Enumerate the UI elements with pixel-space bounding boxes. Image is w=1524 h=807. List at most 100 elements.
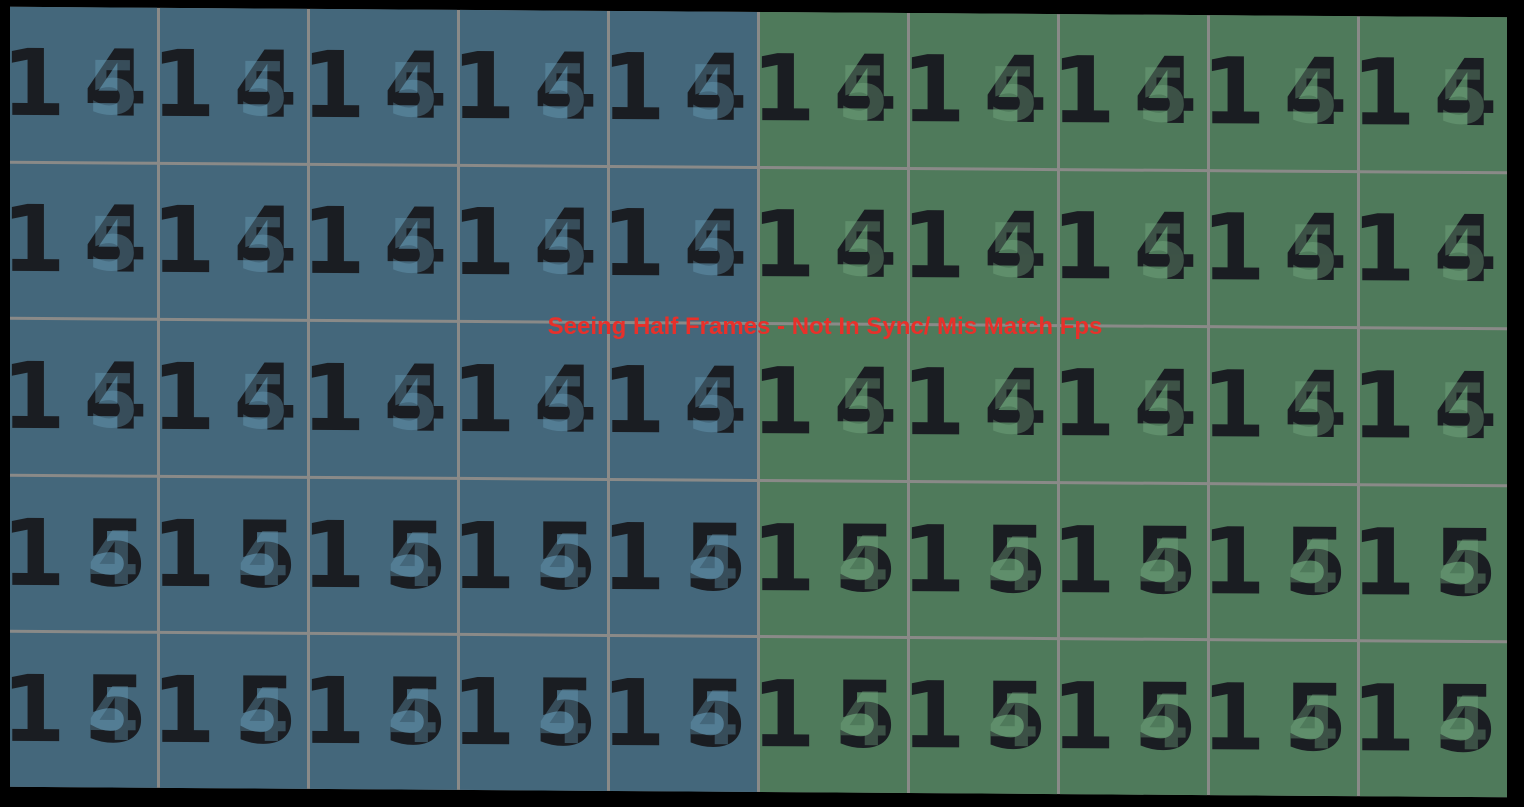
grid-cell: 14 5: [10, 319, 157, 475]
grid-cell: 14 5: [10, 6, 157, 162]
ghost-digit: 5: [1287, 210, 1340, 297]
ghost-digit: 5: [237, 203, 290, 290]
ghost-digit: 5: [537, 48, 590, 136]
ghost-digit: 5: [237, 359, 290, 447]
ghost-digit: 4: [837, 677, 890, 764]
grid-cell: 14 5: [160, 7, 307, 163]
ghost-digit: 5: [1137, 366, 1190, 453]
ghost-digit: 4: [537, 675, 590, 762]
grid-cell: 15 4: [160, 634, 307, 789]
ghost-digit: 4: [87, 515, 140, 602]
grid-cell: 15 4: [10, 476, 157, 632]
grid-cell: 14 5: [1060, 170, 1207, 326]
grid-cell: 15 4: [1360, 642, 1507, 798]
grid-cell: 14 5: [1360, 329, 1507, 485]
ghost-digit: 4: [1437, 681, 1490, 768]
grid-cell: 15 4: [910, 639, 1057, 795]
grid-cell: 14 5: [310, 8, 457, 164]
ghost-digit: 5: [687, 206, 740, 293]
grid-cell: 15 4: [10, 633, 157, 788]
ghost-digit: 4: [987, 678, 1040, 765]
ghost-digit: 5: [1137, 209, 1190, 296]
grid-cell: 15 4: [1360, 485, 1507, 641]
grid-cell: 15 4: [1060, 483, 1207, 639]
ghost-digit: 4: [237, 516, 290, 603]
ghost-digit: 4: [1137, 679, 1190, 766]
ghost-digit: 4: [387, 674, 440, 761]
grid-cell: 14 5: [10, 163, 157, 318]
ghost-digit: 4: [387, 517, 440, 604]
grid-cell: 15 4: [310, 478, 457, 634]
grid-cell: 14 5: [310, 165, 457, 321]
grid-cell: 14 5: [1210, 328, 1357, 483]
ghost-digit: 5: [837, 50, 890, 138]
ghost-digit: 5: [1287, 53, 1340, 141]
grid-cell: 15 4: [1210, 641, 1357, 797]
grid-cell: 14 5: [760, 168, 907, 324]
ghost-digit: 5: [387, 360, 440, 448]
ghost-digit: 5: [87, 45, 140, 132]
grid-cell: 14 5: [1060, 14, 1207, 169]
ghost-digit: 5: [537, 205, 590, 292]
grid-cell: 14 5: [910, 13, 1057, 168]
ghost-digit: 4: [837, 520, 890, 607]
ghost-digit: 5: [1437, 211, 1490, 298]
ghost-digit: 5: [387, 204, 440, 291]
grid-cell: 15 4: [760, 638, 907, 794]
grid-cell: 14 5: [1210, 15, 1357, 170]
ghost-digit: 5: [987, 365, 1040, 452]
ghost-digit: 5: [1437, 368, 1490, 455]
grid-cell: 14 5: [1210, 171, 1357, 327]
ghost-digit: 4: [1437, 524, 1490, 612]
grid-cell: 15 4: [910, 482, 1057, 638]
ghost-digit: 4: [687, 519, 740, 606]
ghost-digit: 5: [837, 363, 890, 451]
ghost-digit: 4: [1287, 523, 1340, 611]
grid-cell: 14 5: [760, 12, 907, 167]
grid-cell: 14 5: [160, 321, 307, 476]
ghost-digit: 4: [1137, 522, 1190, 610]
ghost-digit: 5: [87, 202, 140, 289]
ghost-digit: 4: [87, 671, 140, 759]
frame-grid: 14 5 14 5 14 5 14 5 14 5 14 5 14 5 14 5 14 5 14 5 14 5 14 5 14 5 1…: [10, 6, 1507, 798]
grid-cell: 14 5: [610, 10, 757, 166]
ghost-digit: 4: [537, 518, 590, 605]
grid-cell: 15 4: [460, 636, 607, 791]
grid-cell: 15 4: [610, 637, 757, 792]
grid-cell: 14 5: [610, 167, 757, 323]
grid-cell: 14 5: [1360, 16, 1507, 171]
caption-text: Seeing Half Frames - Not In Sync/ Mis Ma…: [547, 313, 1103, 340]
ghost-digit: 5: [837, 207, 890, 294]
ghost-digit: 5: [537, 361, 590, 449]
grid-cell: 15 4: [460, 479, 607, 635]
grid-cell: 14 5: [910, 326, 1057, 481]
ghost-digit: 5: [687, 49, 740, 137]
grid-cell: 14 5: [1060, 327, 1207, 482]
ghost-digit: 5: [387, 47, 440, 135]
grid-cell: 15 4: [160, 477, 307, 633]
ghost-digit: 5: [1137, 52, 1190, 140]
grid-cell: 14 5: [1360, 172, 1507, 328]
ghost-digit: 5: [1437, 54, 1490, 142]
grid-cell: 15 4: [310, 635, 457, 790]
grid-cell: 15 4: [610, 480, 757, 636]
ghost-digit: 4: [1287, 680, 1340, 767]
grid-cell: 14 5: [460, 166, 607, 322]
grid-cell: 15 4: [1210, 484, 1357, 640]
grid-cell: 14 5: [910, 169, 1057, 325]
ghost-digit: 4: [687, 676, 740, 763]
grid-cell: 15 4: [760, 481, 907, 637]
ghost-digit: 5: [1287, 367, 1340, 454]
grid-cell: 14 5: [460, 323, 607, 478]
ghost-digit: 4: [987, 521, 1040, 608]
ghost-digit: 5: [987, 208, 1040, 295]
grid-cell: 14 5: [760, 325, 907, 480]
ghost-digit: 5: [987, 51, 1040, 139]
grid-cell: 14 5: [610, 324, 757, 479]
grid-cell: 15 4: [1060, 640, 1207, 796]
ghost-digit: 4: [237, 672, 290, 760]
ghost-digit: 5: [687, 362, 740, 450]
grid-cell: 14 5: [460, 9, 607, 165]
grid-cell: 14 5: [160, 164, 307, 320]
ghost-digit: 5: [87, 358, 140, 446]
